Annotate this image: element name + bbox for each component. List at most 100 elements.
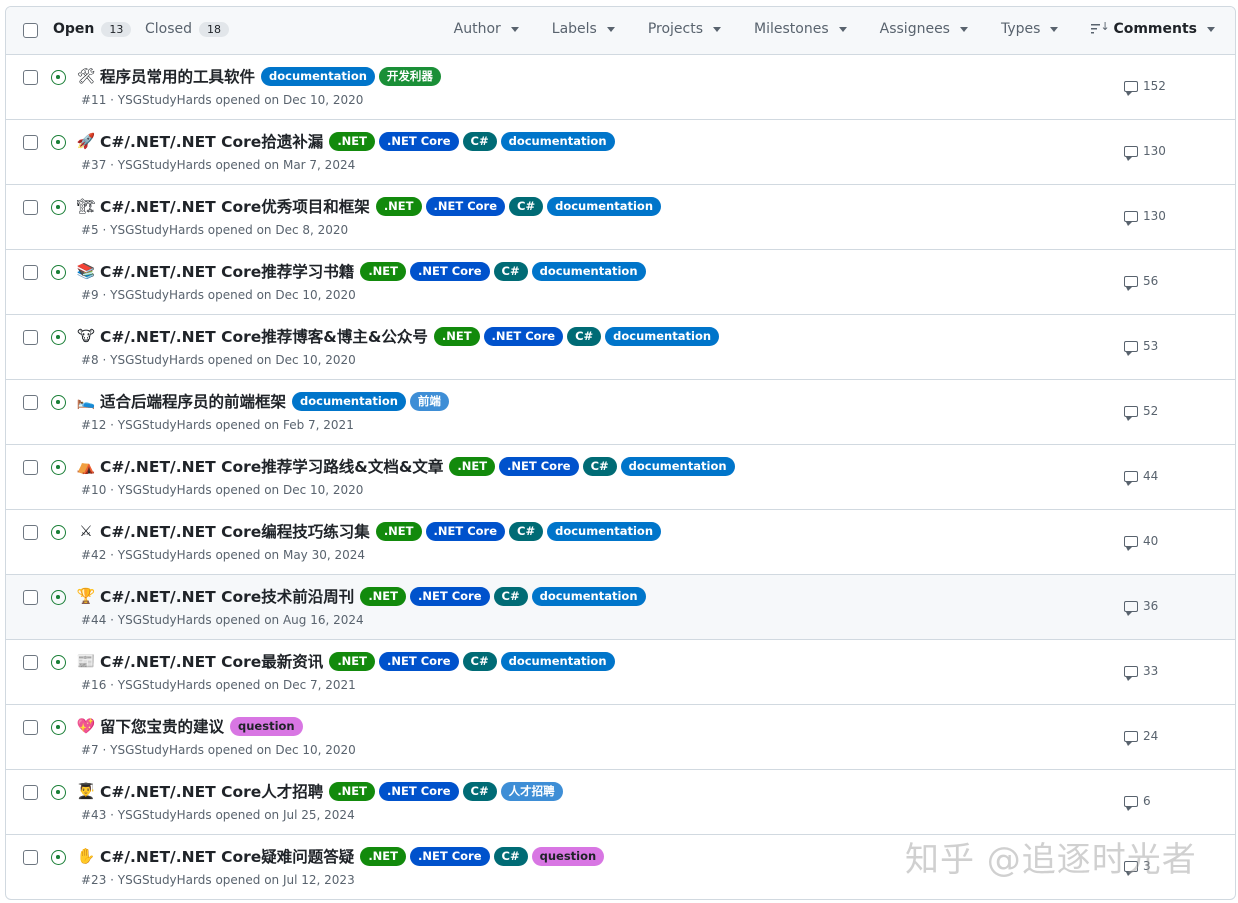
issue-label[interactable]: .NET [375,196,422,216]
comments-link[interactable]: 33 [1124,664,1158,681]
issue-checkbox[interactable] [23,590,38,605]
issue-label[interactable]: documentation [292,391,406,411]
issue-row[interactable]: ⛺ C#/.NET/.NET Core推荐学习路线&文档&文章 .NET .NET C… [6,445,1235,510]
comments-link[interactable]: 6 [1124,794,1151,811]
issue-label[interactable]: question [230,716,303,736]
issue-row[interactable]: 📚 C#/.NET/.NET Core推荐学习书籍 .NET .NET Core C# d… [6,250,1235,315]
issue-label[interactable]: .NET Core [379,781,459,801]
issue-row[interactable]: ✋ C#/.NET/.NET Core疑难问题答疑 .NET .NET Core C# q… [6,835,1235,899]
comments-link[interactable]: 130 [1124,144,1166,161]
issue-label[interactable]: .NET Core [410,846,490,866]
issue-label[interactable]: 前端 [409,391,449,411]
issue-row[interactable]: 🚀 C#/.NET/.NET Core拾遗补漏 .NET .NET Core C# doc… [6,120,1235,185]
issue-label[interactable]: .NET [360,261,407,281]
issue-title-link[interactable]: 程序员常用的工具软件 [100,65,255,87]
author-filter[interactable]: Author [454,21,519,37]
issue-checkbox[interactable] [23,265,38,280]
issue-checkbox[interactable] [23,395,38,410]
issue-label[interactable]: documentation [620,456,735,476]
issue-title-link[interactable]: C#/.NET/.NET Core推荐学习路线&文档&文章 [100,455,443,477]
issue-label[interactable]: documentation [531,586,646,606]
issue-row[interactable]: 💖 留下您宝贵的建议 question #7 · YSGStudyHards open… [6,705,1235,770]
select-all-checkbox[interactable] [23,23,38,38]
issue-title-link[interactable]: C#/.NET/.NET Core推荐博客&博主&公众号 [100,325,428,347]
issue-label[interactable]: documentation [547,196,661,216]
issue-checkbox[interactable] [23,135,38,150]
issue-label[interactable]: .NET Core [425,196,506,216]
issue-row[interactable]: 🏗 C#/.NET/.NET Core优秀项目和框架 .NET .NET Core C#… [6,185,1235,250]
comments-link[interactable]: 130 [1124,209,1166,226]
issue-title-link[interactable]: 适合后端程序员的前端框架 [100,390,286,412]
issue-title-link[interactable]: C#/.NET/.NET Core拾遗补漏 [100,130,323,152]
comments-link[interactable]: 24 [1124,729,1158,746]
issue-label[interactable]: .NET Core [410,261,490,281]
issue-checkbox[interactable] [23,525,38,540]
issue-label[interactable]: C# [493,586,528,606]
comments-link[interactable]: 52 [1124,404,1158,421]
issue-label[interactable]: .NET Core [379,131,459,151]
issue-checkbox[interactable] [23,70,38,85]
issue-label[interactable]: C# [462,131,497,151]
issue-row[interactable]: 🛌 适合后端程序员的前端框架 documentation 前端 #12 · YSGStu… [6,380,1235,445]
issue-label[interactable]: documentation [500,131,615,151]
issue-label[interactable]: documentation [547,521,661,541]
issue-checkbox[interactable] [23,785,38,800]
comments-link[interactable]: 56 [1124,274,1158,291]
issue-label[interactable]: 开发利器 [378,66,441,86]
issue-title-link[interactable]: 留下您宝贵的建议 [100,715,224,737]
issue-label[interactable]: .NET [433,326,480,346]
issue-label[interactable]: .NET [360,846,407,866]
issue-label[interactable]: C# [582,456,617,476]
comments-link[interactable]: 53 [1124,339,1158,356]
open-issues-tab[interactable]: Open 13 [53,21,132,37]
comments-link[interactable]: 3 [1124,859,1151,876]
issue-label[interactable]: .NET [329,131,376,151]
comments-link[interactable]: 44 [1124,469,1158,486]
issue-label[interactable]: C# [509,196,544,216]
comments-link[interactable]: 36 [1124,599,1158,616]
issue-row[interactable]: 🐮 C#/.NET/.NET Core推荐博客&博主&公众号 .NET .NET Co… [6,315,1235,380]
issue-checkbox[interactable] [23,655,38,670]
comments-link[interactable]: 40 [1124,534,1158,551]
issue-label[interactable]: documentation [500,651,615,671]
issue-label[interactable]: .NET [329,781,376,801]
issue-label[interactable]: .NET Core [499,456,579,476]
issue-label[interactable]: .NET [449,456,496,476]
closed-issues-tab[interactable]: Closed 18 [145,21,230,37]
milestones-filter[interactable]: Milestones [754,21,847,37]
labels-filter[interactable]: Labels [552,21,615,37]
issue-label[interactable]: C# [462,781,497,801]
issue-label[interactable]: .NET Core [379,651,459,671]
issue-label[interactable]: C# [509,521,544,541]
issue-row[interactable]: 🛠 程序员常用的工具软件 documentation 开发利器 #11 · YSGStu… [6,55,1235,120]
issue-title-link[interactable]: C#/.NET/.NET Core疑难问题答疑 [100,845,354,867]
issue-row[interactable]: ⚔ C#/.NET/.NET Core编程技巧练习集 .NET .NET Core C#… [6,510,1235,575]
projects-filter[interactable]: Projects [648,21,722,37]
issue-label[interactable]: 人才招聘 [500,781,563,801]
issue-label[interactable]: C# [493,846,528,866]
issue-label[interactable]: documentation [261,66,375,86]
issue-label[interactable]: .NET [375,521,422,541]
issue-label[interactable]: .NET Core [483,326,564,346]
issue-row[interactable]: 🏆 C#/.NET/.NET Core技术前沿周刊 .NET .NET Core C# d… [6,575,1235,640]
issue-row[interactable]: 👨‍🎓 C#/.NET/.NET Core人才招聘 .NET .NET Core C# 人… [6,770,1235,835]
issue-label[interactable]: documentation [605,326,720,346]
issue-label[interactable]: .NET Core [425,521,506,541]
issue-label[interactable]: .NET [360,586,407,606]
issue-label[interactable]: C# [567,326,602,346]
issue-checkbox[interactable] [23,460,38,475]
issue-label[interactable]: C# [462,651,497,671]
issue-title-link[interactable]: C#/.NET/.NET Core推荐学习书籍 [100,260,354,282]
types-filter[interactable]: Types [1001,21,1059,37]
issue-label[interactable]: .NET Core [410,586,490,606]
assignees-filter[interactable]: Assignees [880,21,968,37]
issue-title-link[interactable]: C#/.NET/.NET Core编程技巧练习集 [100,520,370,542]
issue-label[interactable]: documentation [531,261,646,281]
issue-label[interactable]: C# [493,261,528,281]
sort-filter[interactable]: Comments [1091,20,1215,37]
issue-title-link[interactable]: C#/.NET/.NET Core最新资讯 [100,650,323,672]
issue-checkbox[interactable] [23,330,38,345]
issue-checkbox[interactable] [23,850,38,865]
comments-link[interactable]: 152 [1124,79,1166,96]
issue-label[interactable]: .NET [329,651,376,671]
